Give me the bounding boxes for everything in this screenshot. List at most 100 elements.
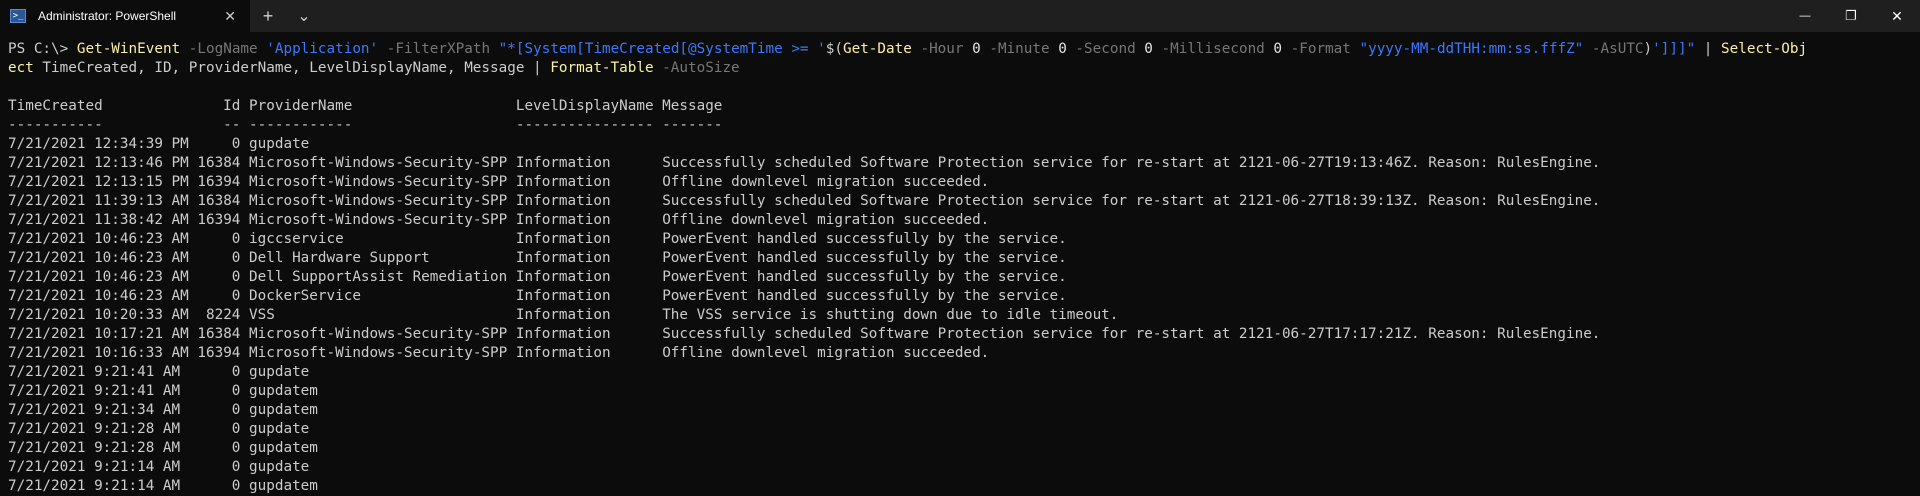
row-id: 0 [197,383,250,399]
row-provider: VSS [249,307,516,323]
row-id: 0 [197,459,250,475]
minimize-button[interactable]: — [1782,0,1828,32]
row-id: 8224 [197,307,250,323]
row-provider: Dell SupportAssist Remediation [249,269,516,285]
row-time: 7/21/2021 10:46:23 AM [8,288,198,304]
table-row: 7/21/2021 11:38:42 AM 16394 Microsoft-Wi… [8,211,1912,230]
row-id: 0 [197,440,250,456]
row-id: 16384 [197,193,250,209]
row-message: Successfully scheduled Software Protecti… [662,155,1601,171]
command-token: -AsUTC [1583,41,1644,57]
row-provider: Microsoft-Windows-Security-SPP [249,212,516,228]
row-provider: igccservice [249,231,516,247]
row-time: 7/21/2021 11:39:13 AM [8,193,198,209]
row-message: PowerEvent handled successfully by the s… [662,231,1067,247]
command-token: | [1695,41,1722,57]
command-token: 'Application' [266,41,379,57]
command-token: TimeCreated, ID, ProviderName, LevelDisp… [33,60,551,76]
row-provider: Dell Hardware Support [249,250,516,266]
command-token: -FilterXPath [378,41,499,57]
powershell-icon: >_ [10,9,26,23]
table-rows: 7/21/2021 12:34:39 PM 0 gupdate 7/21/2021… [8,135,1912,496]
row-id: 0 [197,421,250,437]
table-row: 7/21/2021 9:21:41 AM 0 gupdatem [8,382,1912,401]
command-token: PS C:\> [8,41,77,57]
maximize-button[interactable]: ❐ [1828,0,1874,32]
row-time: 7/21/2021 10:17:21 AM [8,326,198,342]
command-token: $( [825,41,843,57]
row-message: PowerEvent handled successfully by the s… [662,288,1067,304]
table-row: 7/21/2021 9:21:28 AM 0 gupdate [8,420,1912,439]
row-time: 7/21/2021 9:21:41 AM [8,383,198,399]
command-token: 0 [1058,41,1067,57]
row-time: 7/21/2021 10:16:33 AM [8,345,198,361]
row-provider: gupdate [249,136,310,152]
command-token: -Millisecond [1152,41,1274,57]
row-provider: gupdate [249,421,310,437]
row-time: 7/21/2021 10:20:33 AM [8,307,198,323]
dropdown-chevron-icon[interactable]: ⌄ [286,0,322,32]
row-id: 16394 [197,345,250,361]
row-time: 7/21/2021 10:46:23 AM [8,269,198,285]
table-row: 7/21/2021 10:46:23 AM 0 Dell Hardware Su… [8,249,1912,268]
table-row: 7/21/2021 10:46:23 AM 0 igccservice Info… [8,230,1912,249]
row-provider: Microsoft-Windows-Security-SPP [249,326,516,342]
row-provider: DockerService [249,288,516,304]
row-message: Offline downlevel migration succeeded. [662,174,990,190]
row-id: 16384 [197,155,250,171]
table-row: 7/21/2021 10:46:23 AM 0 Dell SupportAssi… [8,268,1912,287]
table-row: 7/21/2021 10:20:33 AM 8224 VSS Informati… [8,306,1912,325]
terminal-tab[interactable]: >_ Administrator: PowerShell ✕ [0,0,250,32]
table-row: 7/21/2021 12:34:39 PM 0 gupdate [8,135,1912,154]
row-id: 16394 [197,212,250,228]
table-row: 7/21/2021 9:21:41 AM 0 gupdate [8,363,1912,382]
command-line-continued: ect TimeCreated, ID, ProviderName, Level… [8,59,1912,78]
title-bar: >_ Administrator: PowerShell ✕ + ⌄ — ❐ ✕ [0,0,1920,32]
row-id: 0 [197,288,250,304]
row-message: PowerEvent handled successfully by the s… [662,250,1067,266]
row-time: 7/21/2021 11:38:42 AM [8,212,198,228]
row-level: Information [515,326,663,342]
row-level: Information [515,345,663,361]
row-id: 0 [197,269,250,285]
table-row: 7/21/2021 9:21:34 AM 0 gupdatem [8,401,1912,420]
command-token: ) [1643,41,1653,57]
command-token: 0 [1144,41,1153,57]
table-header: TimeCreated Id ProviderName LevelDisplay… [8,98,723,114]
new-tab-button[interactable]: + [250,0,286,32]
row-provider: gupdatem [249,478,318,494]
terminal-output[interactable]: PS C:\> Get-WinEvent -LogName 'Applicati… [0,32,1920,496]
command-token: Get-Date [842,41,912,57]
row-time: 7/21/2021 12:13:46 PM [8,155,198,171]
command-token: -Format [1282,41,1360,57]
row-id: 16384 [197,326,250,342]
row-provider: Microsoft-Windows-Security-SPP [249,155,516,171]
row-provider: gupdate [249,364,310,380]
tab-close-icon[interactable]: ✕ [220,8,240,25]
row-id: 0 [197,402,250,418]
row-message: Successfully scheduled Software Protecti… [662,326,1601,342]
command-token: -Minute [980,41,1059,57]
command-token: 0 [1273,41,1283,57]
row-time: 7/21/2021 9:21:14 AM [8,459,198,475]
row-message: The VSS service is shutting down due to … [662,307,1119,323]
table-separator: ----------- -- ------------ ------------… [8,117,723,133]
row-id: 0 [197,478,250,494]
tab-title: Administrator: PowerShell [38,9,177,23]
row-level: Information [515,212,663,228]
row-level: Information [515,155,663,171]
row-message: PowerEvent handled successfully by the s… [662,269,1067,285]
row-id: 16394 [197,174,250,190]
close-button[interactable]: ✕ [1874,0,1920,32]
row-id: 0 [197,231,250,247]
table-row: 7/21/2021 9:21:14 AM 0 gupdate [8,458,1912,477]
row-time: 7/21/2021 12:13:15 PM [8,174,198,190]
command-token: Select-Obj [1721,41,1808,57]
row-level: Information [515,231,663,247]
command-token: -Second [1066,41,1145,57]
command-token: Format-Table [550,60,654,76]
command-line: PS C:\> Get-WinEvent -LogName 'Applicati… [8,40,1912,59]
row-message: Successfully scheduled Software Protecti… [662,193,1601,209]
row-level: Information [515,269,663,285]
